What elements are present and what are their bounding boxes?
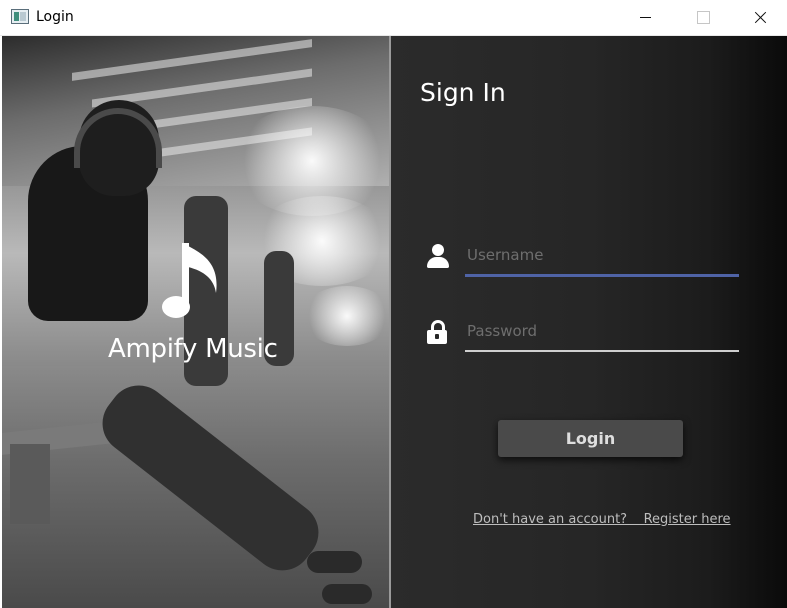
app-icon [11, 9, 29, 24]
signin-title: Sign In [420, 78, 506, 107]
brand-name: Ampify Music [108, 334, 278, 364]
login-button[interactable]: Login [498, 420, 683, 457]
maximize-button[interactable] [673, 0, 731, 36]
background-photo: Ampify Music [2, 36, 390, 608]
register-link[interactable]: Don't have an account? Register here [473, 512, 733, 527]
user-icon [427, 244, 449, 268]
lock-icon [427, 320, 449, 344]
password-field[interactable] [465, 312, 739, 352]
username-field[interactable] [465, 236, 739, 277]
close-button[interactable] [731, 0, 787, 36]
title-bar: Login [0, 0, 787, 36]
music-note-icon [162, 243, 217, 318]
minimize-button[interactable] [616, 0, 674, 36]
window-title: Login [36, 9, 74, 25]
signin-panel: Sign In Login Don't have an account? Reg… [391, 36, 787, 608]
